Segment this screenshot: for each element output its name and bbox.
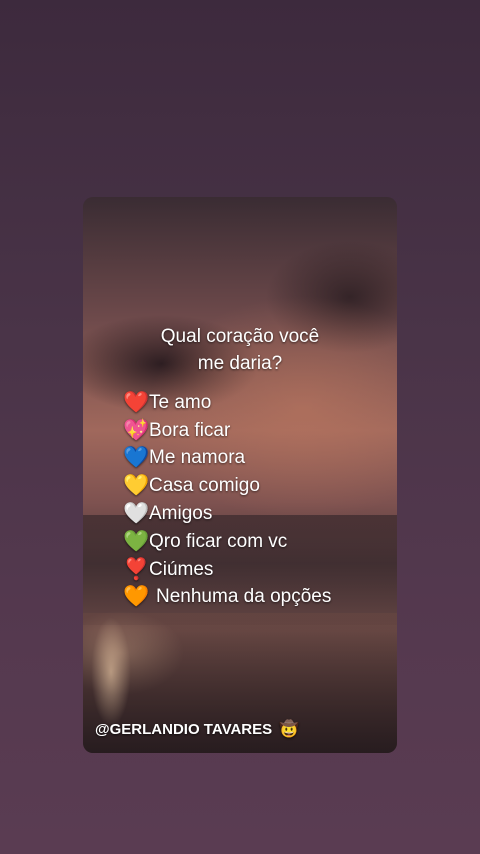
option-ciumes: ❣️ Ciúmes: [123, 556, 331, 584]
option-bora-ficar: 💖 Bora ficar: [123, 417, 331, 445]
white-heart-icon: 🤍: [123, 502, 150, 526]
blue-heart-icon: 💙: [123, 446, 150, 470]
question-text: Qual coração você me daria?: [83, 323, 397, 377]
option-label: Ciúmes: [149, 558, 214, 580]
question-line-1: Qual coração você: [160, 326, 320, 347]
option-te-amo: ❤️ Te amo: [123, 389, 331, 417]
option-label: Qro ficar com vc: [149, 530, 288, 552]
option-label: Nenhuma da opções: [156, 586, 332, 608]
sun-reflection: [91, 617, 131, 727]
option-casa-comigo: 💛 Casa comigo: [123, 472, 331, 500]
option-amigos: 🤍 Amigos: [123, 500, 331, 528]
yellow-heart-icon: 💛: [123, 474, 150, 498]
heart-exclamation-icon: ❣️: [123, 557, 150, 581]
creator-watermark: @GERLANDIO TAVARES 🤠: [95, 719, 299, 739]
option-label: Amigos: [149, 503, 213, 525]
orange-heart-icon: 🧡: [123, 585, 150, 609]
sparkling-heart-icon: 💖: [123, 418, 150, 442]
cowboy-face-icon: 🤠: [279, 721, 300, 738]
option-label: Casa comigo: [149, 475, 260, 497]
option-label: Te amo: [149, 391, 212, 413]
option-qro-ficar-com-vc: 💚 Qro ficar com vc: [123, 528, 331, 556]
option-label: Me namora: [149, 447, 246, 469]
story-card: Qual coração você me daria? ❤️ Te amo 💖 …: [83, 197, 397, 753]
options-list: ❤️ Te amo 💖 Bora ficar 💙 Me namora 💛 Cas…: [123, 389, 331, 611]
option-me-namora: 💙 Me namora: [123, 445, 331, 473]
question-line-2: me daria?: [197, 353, 283, 374]
watermark-text: @GERLANDIO TAVARES: [95, 721, 273, 738]
option-label: Bora ficar: [149, 419, 231, 441]
green-heart-icon: 💚: [123, 529, 150, 553]
option-nenhuma: 🧡 Nenhuma da opções: [123, 584, 331, 612]
red-heart-icon: ❤️: [123, 390, 150, 414]
